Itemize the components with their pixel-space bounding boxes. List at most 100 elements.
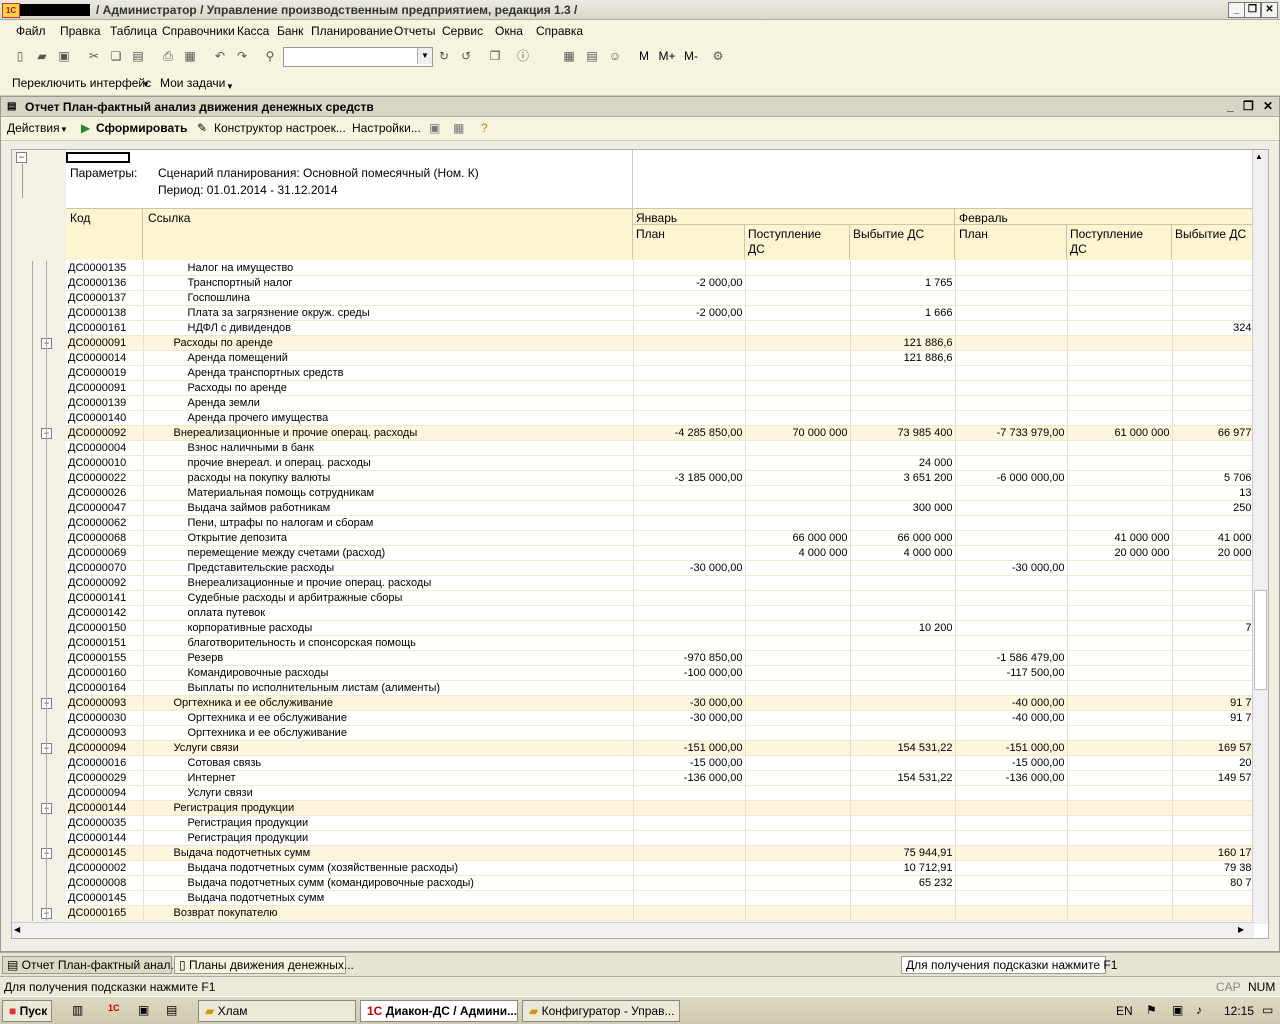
cell-code[interactable]: ДС0000035 (66, 815, 144, 831)
cell-value[interactable] (745, 755, 851, 771)
cell-code[interactable]: ДС0000008 (66, 875, 144, 891)
cell-value[interactable]: 66 000 000 (850, 530, 956, 546)
cell-value[interactable] (633, 575, 746, 591)
cell-code[interactable]: ДС0000164 (66, 680, 144, 696)
quicklaunch-1c-icon[interactable]: 1С (108, 1003, 120, 1013)
cell-value[interactable]: -40 000,00 (955, 710, 1068, 726)
cell-code[interactable]: ДС0000093 (66, 725, 144, 741)
cell-code[interactable]: ДС0000068 (66, 530, 144, 546)
cell-value[interactable] (850, 815, 956, 831)
cell-value[interactable]: -30 000,00 (633, 695, 746, 711)
cell-value[interactable] (1067, 560, 1173, 576)
cell-value[interactable]: -15 000,00 (633, 755, 746, 771)
cell-value[interactable]: 250 (1172, 500, 1255, 516)
cell-reference[interactable]: Плата за загрязнение окруж. среды (143, 305, 634, 321)
cell-value[interactable] (745, 665, 851, 681)
cell-value[interactable] (1067, 590, 1173, 606)
cell-code[interactable]: ДС0000141 (66, 590, 144, 606)
tools-icon[interactable]: ⚙ (710, 48, 726, 64)
table-row[interactable]: ДС0000160 Командировочные расходы -100 000… (66, 665, 1260, 681)
group-row[interactable]: ДС0000145 Выдача подотчетных сумм 75 944,9… (66, 845, 1260, 861)
cell-value[interactable] (633, 590, 746, 606)
cell-value[interactable] (955, 875, 1068, 891)
cell-value[interactable] (850, 575, 956, 591)
print-icon[interactable]: ⎙ (160, 48, 176, 64)
cell-value[interactable] (633, 800, 746, 816)
table-row[interactable]: ДС0000093 Оргтехника и ее обслуживание (66, 725, 1260, 741)
cell-value[interactable]: 65 232 (850, 875, 956, 891)
cell-value[interactable]: 3 651 200 (850, 470, 956, 486)
cell-value[interactable] (633, 350, 746, 366)
cell-value[interactable]: 4 000 000 (850, 545, 956, 561)
cell-reference[interactable]: Представительские расходы (143, 560, 634, 576)
cell-value[interactable] (850, 755, 956, 771)
cell-value[interactable]: 80 7 (1172, 875, 1255, 891)
cell-reference[interactable]: благотворительность и спонсорская помощь (143, 635, 634, 651)
cell-code[interactable]: ДС0000136 (66, 275, 144, 291)
cell-code[interactable]: ДС0000030 (66, 710, 144, 726)
cell-reference[interactable]: Открытие депозита (143, 530, 634, 546)
cell-value[interactable] (745, 305, 851, 321)
report-restore-button[interactable]: ❐ (1243, 99, 1254, 113)
cell-reference[interactable]: Выдача подотчетных сумм (143, 845, 634, 861)
menu-catalogs[interactable]: Справочники (162, 24, 235, 38)
cell-value[interactable] (955, 485, 1068, 501)
cell-value[interactable]: 10 200 (850, 620, 956, 636)
cell-value[interactable]: 73 985 400 (850, 425, 956, 441)
help-icon[interactable]: ? (481, 121, 488, 135)
cell-reference[interactable]: Регистрация продукции (143, 815, 634, 831)
report-close-button[interactable]: ✕ (1263, 99, 1273, 113)
switch-interface-dropdown-icon[interactable]: ▼ (142, 80, 150, 89)
table-row[interactable]: ДС0000150 корпоративные расходы 10 200 7 (66, 620, 1260, 636)
cell-value[interactable] (1172, 455, 1255, 471)
menu-windows[interactable]: Окна (495, 24, 523, 38)
cell-value[interactable] (1067, 905, 1173, 921)
cell-value[interactable]: -151 000,00 (955, 740, 1068, 756)
cell-value[interactable] (1172, 560, 1255, 576)
table-row[interactable]: ДС0000026 Материальная помощь сотрудникам… (66, 485, 1260, 501)
cell-value[interactable] (1067, 320, 1173, 336)
cell-value[interactable] (850, 710, 956, 726)
collapse-header-icon[interactable]: − (16, 152, 27, 163)
cell-value[interactable] (1172, 830, 1255, 846)
cell-value[interactable] (955, 500, 1068, 516)
cell-value[interactable] (955, 830, 1068, 846)
cell-reference[interactable]: Оргтехника и ее обслуживание (143, 725, 634, 741)
cell-value[interactable] (633, 335, 746, 351)
cell-value[interactable]: 13 (1172, 485, 1255, 501)
cell-value[interactable] (955, 545, 1068, 561)
cell-reference[interactable]: Внереализационные и прочие операц. расхо… (143, 575, 634, 591)
cell-code[interactable]: ДС0000062 (66, 515, 144, 531)
cell-value[interactable] (850, 830, 956, 846)
language-indicator[interactable]: EN (1116, 1004, 1133, 1018)
cell-value[interactable] (1067, 695, 1173, 711)
cell-code[interactable]: ДС0000144 (66, 830, 144, 846)
taskbar-configurator[interactable]: ▰ Конфигуратор - Управ... (522, 1000, 680, 1022)
cell-value[interactable] (850, 261, 956, 276)
cell-code[interactable]: ДС0000155 (66, 650, 144, 666)
cell-value[interactable] (745, 485, 851, 501)
cell-value[interactable] (745, 800, 851, 816)
cell-value[interactable] (850, 905, 956, 921)
cell-value[interactable] (745, 261, 851, 276)
cell-value[interactable] (745, 440, 851, 456)
cell-reference[interactable]: Оргтехника и ее обслуживание (143, 695, 634, 711)
menu-file[interactable]: Файл (16, 24, 46, 38)
table-row[interactable]: ДС0000019 Аренда транспортных средств (66, 365, 1260, 381)
save-settings-icon[interactable]: ▣ (429, 121, 440, 135)
table-row[interactable]: ДС0000062 Пени, штрафы по налогам и сбора… (66, 515, 1260, 531)
cell-value[interactable] (850, 890, 956, 906)
paste-icon[interactable]: ▤ (130, 48, 146, 64)
cell-value[interactable]: 7 (1172, 620, 1255, 636)
cell-value[interactable] (633, 380, 746, 396)
cell-value[interactable] (955, 290, 1068, 306)
start-button[interactable]: ■ Пуск (2, 1000, 52, 1022)
cell-value[interactable]: 160 17 (1172, 845, 1255, 861)
new-document-icon[interactable]: ▯ (12, 48, 28, 64)
cell-value[interactable] (1172, 395, 1255, 411)
cell-value[interactable] (1067, 650, 1173, 666)
search-input[interactable]: ▼ (283, 47, 433, 67)
cell-code[interactable]: ДС0000069 (66, 545, 144, 561)
cell-value[interactable] (745, 410, 851, 426)
cell-reference[interactable]: Сотовая связь (143, 755, 634, 771)
